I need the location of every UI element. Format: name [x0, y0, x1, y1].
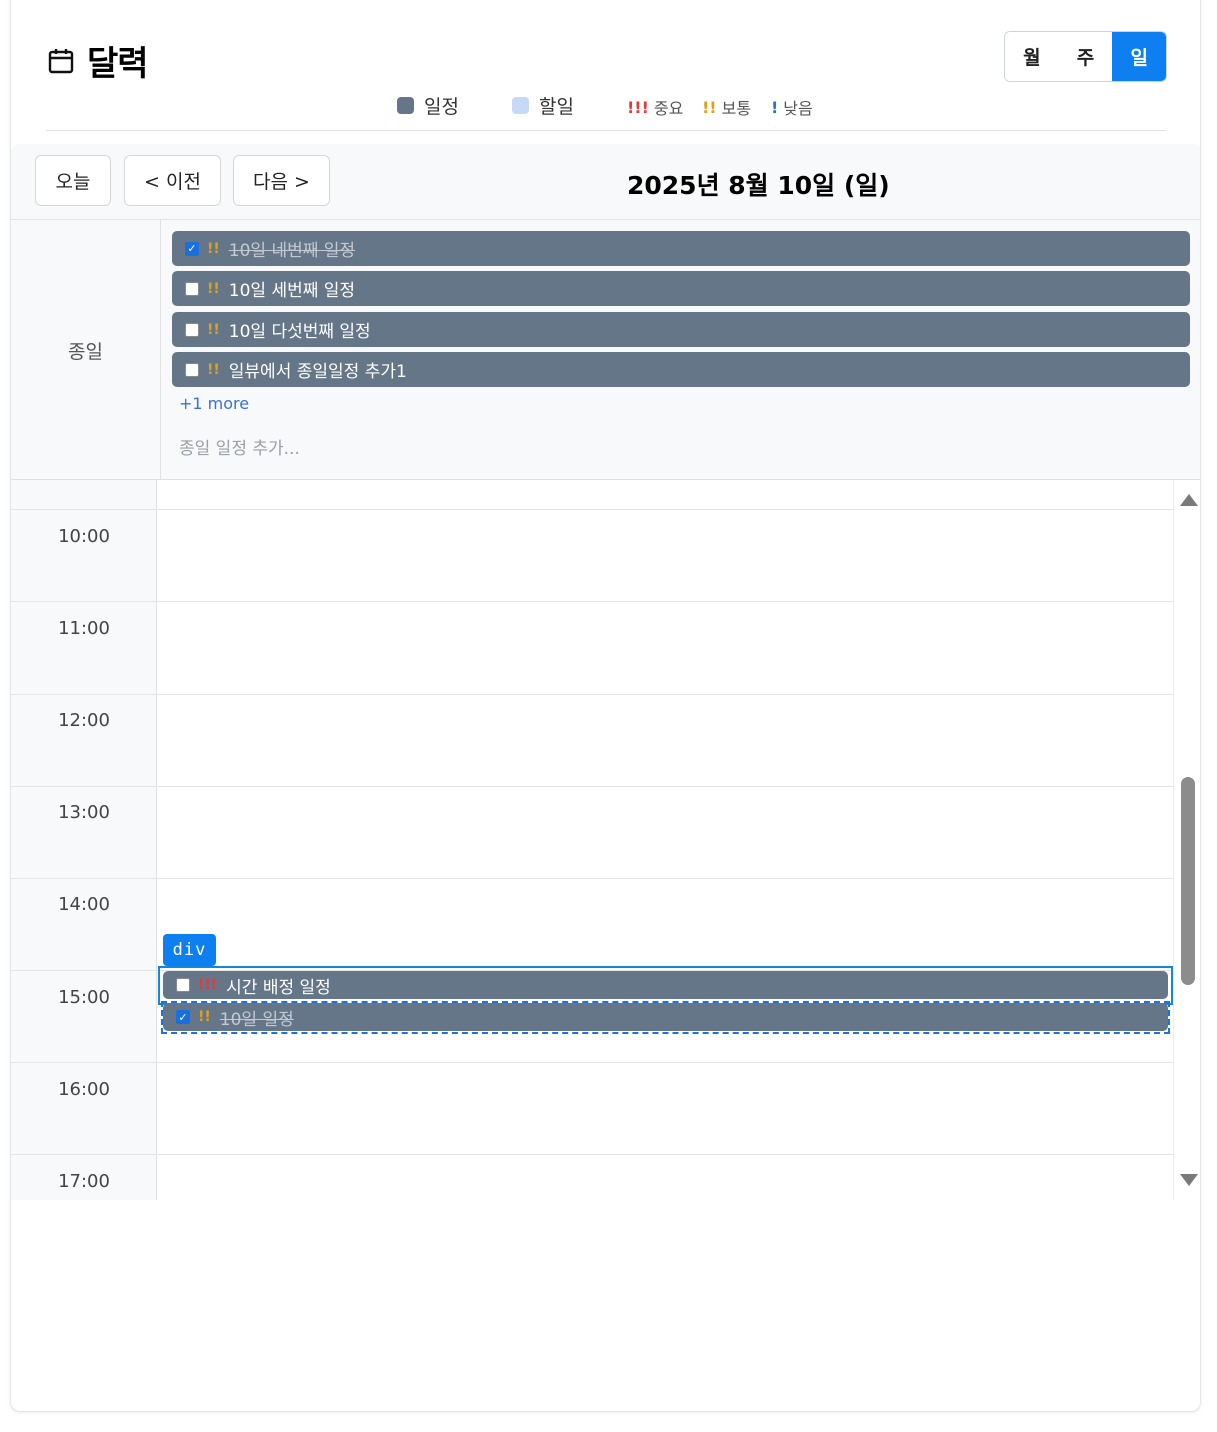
hour-label: 15:00 — [58, 987, 110, 1008]
legend-todo-label: 할일 — [539, 96, 574, 118]
view-day-button[interactable]: 일 — [1112, 32, 1166, 81]
view-week-button[interactable]: 주 — [1058, 32, 1113, 81]
hour-label: 16:00 — [58, 1079, 110, 1100]
priority-mark: !!! — [198, 977, 218, 993]
current-date: 2025년 8월 10일 (일) — [627, 171, 890, 200]
allday-event[interactable]: !! 10일 다섯번째 일정 — [172, 312, 1190, 347]
legend-priority-medium: !! 보통 — [702, 95, 751, 119]
hour-row[interactable] — [11, 1062, 1173, 1154]
hour-label: 11:00 — [58, 618, 110, 639]
event-checkbox[interactable]: ✓ — [185, 241, 199, 256]
hour-label: 13:00 — [58, 802, 110, 823]
priority-mark: !! — [207, 321, 220, 338]
priority-medium-mark: !! — [702, 97, 717, 117]
legend: 일정 할일 !!! 중요 !! 보통 ! 낮음 — [11, 92, 1200, 120]
hour-label: 17:00 — [58, 1171, 110, 1192]
allday-section: 종일 ✓ !! 10일 네번째 일정 !! 10일 세번째 일정 !! 10일 … — [11, 220, 1200, 480]
hour-row[interactable] — [11, 601, 1173, 693]
event-title: 시간 배정 일정 — [226, 977, 331, 998]
priority-mark: !! — [207, 240, 220, 257]
hour-label: 12:00 — [58, 710, 110, 731]
view-month-button[interactable]: 월 — [1005, 32, 1059, 81]
priority-high-label: 중요 — [653, 99, 684, 118]
drag-outline — [161, 1001, 1170, 1034]
hour-row[interactable] — [11, 509, 1173, 601]
event-title: 10일 네번째 일정 — [228, 241, 356, 261]
hour-label: 14:00 — [58, 894, 110, 915]
page-title: 달력 — [87, 44, 149, 84]
prev-button[interactable]: < 이전 — [124, 155, 221, 206]
allday-label: 종일 — [11, 220, 161, 480]
add-allday-input[interactable]: 종일 일정 추가... — [179, 434, 300, 459]
event-checkbox[interactable] — [176, 978, 190, 992]
grid-scrollbar[interactable] — [1173, 480, 1200, 1200]
time-grid: 10:00 11:00 12:00 13:00 14:00 15:00 16:0… — [11, 480, 1173, 1200]
event-title: 10일 다섯번째 일정 — [228, 322, 371, 342]
legend-priority-high: !!! 중요 — [627, 95, 683, 119]
scroll-down-arrow-icon[interactable] — [1180, 1174, 1198, 1186]
priority-low-label: 낮음 — [783, 99, 813, 118]
scroll-thumb[interactable] — [1181, 777, 1195, 985]
legend-priority-low: ! 낮음 — [771, 95, 813, 119]
inspector-tag: div — [163, 934, 216, 966]
legend-event: 일정 — [397, 92, 459, 119]
priority-low-mark: ! — [771, 97, 779, 117]
next-button[interactable]: 다음 > — [233, 155, 330, 206]
header-divider — [46, 130, 1166, 131]
today-button[interactable]: 오늘 — [35, 155, 111, 206]
hour-row[interactable] — [11, 694, 1173, 786]
legend-event-label: 일정 — [424, 96, 459, 118]
view-switcher: 월 주 일 — [1004, 31, 1167, 82]
calendar-icon — [48, 48, 74, 73]
hour-row[interactable] — [11, 786, 1173, 878]
hour-row[interactable] — [11, 1154, 1173, 1200]
allday-event[interactable]: !! 일뷰에서 종일일정 추가1 — [172, 352, 1190, 387]
priority-high-mark: !!! — [627, 97, 649, 117]
app-header: 달력 — [47, 36, 149, 85]
priority-mark: !! — [207, 280, 220, 297]
event-checkbox[interactable] — [185, 281, 199, 296]
hour-label: 10:00 — [58, 526, 110, 547]
priority-mark: !! — [207, 361, 220, 378]
more-events-link[interactable]: +1 more — [179, 394, 249, 413]
event-title: 일뷰에서 종일일정 추가1 — [228, 362, 407, 382]
timed-event[interactable]: !!! 시간 배정 일정 — [163, 971, 1168, 999]
legend-todo: 할일 — [512, 92, 574, 119]
legend-event-swatch — [397, 97, 414, 114]
legend-todo-swatch — [512, 97, 529, 114]
priority-medium-label: 보통 — [721, 99, 752, 118]
event-title: 10일 세번째 일정 — [228, 281, 356, 301]
calendar-card: 달력 월 주 일 일정 할일 !!! 중요 !! 보통 ! 낮음 오늘 < 이전 — [10, 0, 1201, 1412]
event-checkbox[interactable] — [185, 322, 199, 337]
allday-event[interactable]: ✓ !! 10일 네번째 일정 — [172, 231, 1190, 266]
allday-event[interactable]: !! 10일 세번째 일정 — [172, 271, 1190, 306]
event-checkbox[interactable] — [185, 362, 199, 377]
date-navigation: 오늘 < 이전 다음 > 2025년 8월 10일 (일) — [11, 144, 1200, 220]
scroll-up-arrow-icon[interactable] — [1180, 494, 1198, 506]
